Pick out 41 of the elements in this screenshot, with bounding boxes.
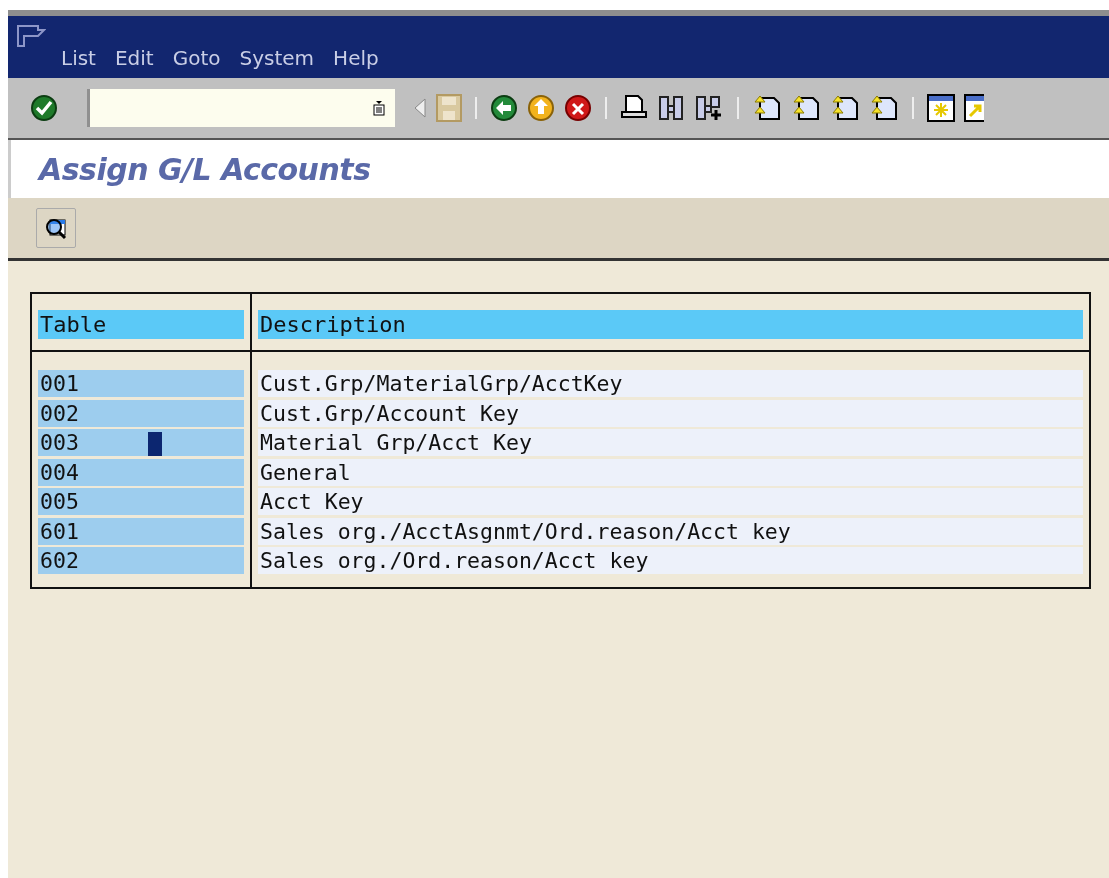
table-cell[interactable]: Acct Key	[258, 488, 1083, 515]
shortcut-icon[interactable]	[964, 94, 984, 122]
menu-item[interactable]: Goto	[172, 46, 221, 70]
table-cell[interactable]: Material Grp/Acct Key	[258, 429, 1083, 456]
command-field[interactable]	[87, 89, 395, 127]
table-cell[interactable]: Sales org./AcctAsgnmt/Ord.reason/Acct key	[258, 517, 1083, 545]
system-menu-icon[interactable]	[16, 24, 46, 48]
previous-page-icon[interactable]	[791, 94, 821, 122]
table-cell[interactable]: General	[258, 458, 1083, 486]
column-header: Table	[38, 310, 244, 339]
menu-item[interactable]: List	[61, 46, 96, 70]
table-cell[interactable]: Cust.Grp/Account Key	[258, 399, 1083, 427]
menu-item[interactable]: System	[239, 46, 315, 70]
new-window-icon[interactable]	[927, 94, 955, 122]
check-icon[interactable]	[30, 94, 58, 122]
text-cursor	[148, 432, 162, 456]
table-cell[interactable]: 003	[38, 429, 244, 456]
table-cell[interactable]: 601	[38, 517, 244, 545]
history-icon[interactable]	[373, 100, 385, 116]
back-icon[interactable]	[490, 94, 518, 122]
table-cell[interactable]: 602	[38, 547, 244, 574]
table-cell[interactable]: 005	[38, 488, 244, 515]
table-cell[interactable]: 004	[38, 458, 244, 486]
next-page-icon[interactable]	[830, 94, 860, 122]
magnifier-icon	[44, 216, 68, 240]
menu-item[interactable]: Help	[333, 46, 379, 70]
find-icon[interactable]	[657, 94, 685, 122]
table-cell[interactable]: Sales org./Ord.reason/Acct key	[258, 547, 1083, 574]
find-next-icon[interactable]	[694, 94, 724, 122]
triangle-icon[interactable]	[413, 97, 427, 119]
exit-icon[interactable]	[527, 94, 555, 122]
menu-item[interactable]: Edit	[114, 46, 154, 70]
table-cell[interactable]: Cust.Grp/MaterialGrp/AcctKey	[258, 370, 1083, 397]
first-page-icon[interactable]	[752, 94, 782, 122]
last-page-icon[interactable]	[869, 94, 899, 122]
table-cell[interactable]: 001	[38, 370, 244, 397]
detail-button[interactable]	[36, 208, 76, 248]
cancel-icon[interactable]	[564, 94, 592, 122]
column-header: Description	[258, 310, 1083, 339]
table-cell[interactable]: 002	[38, 399, 244, 427]
screen-title: Assign G/L Accounts	[39, 151, 371, 187]
